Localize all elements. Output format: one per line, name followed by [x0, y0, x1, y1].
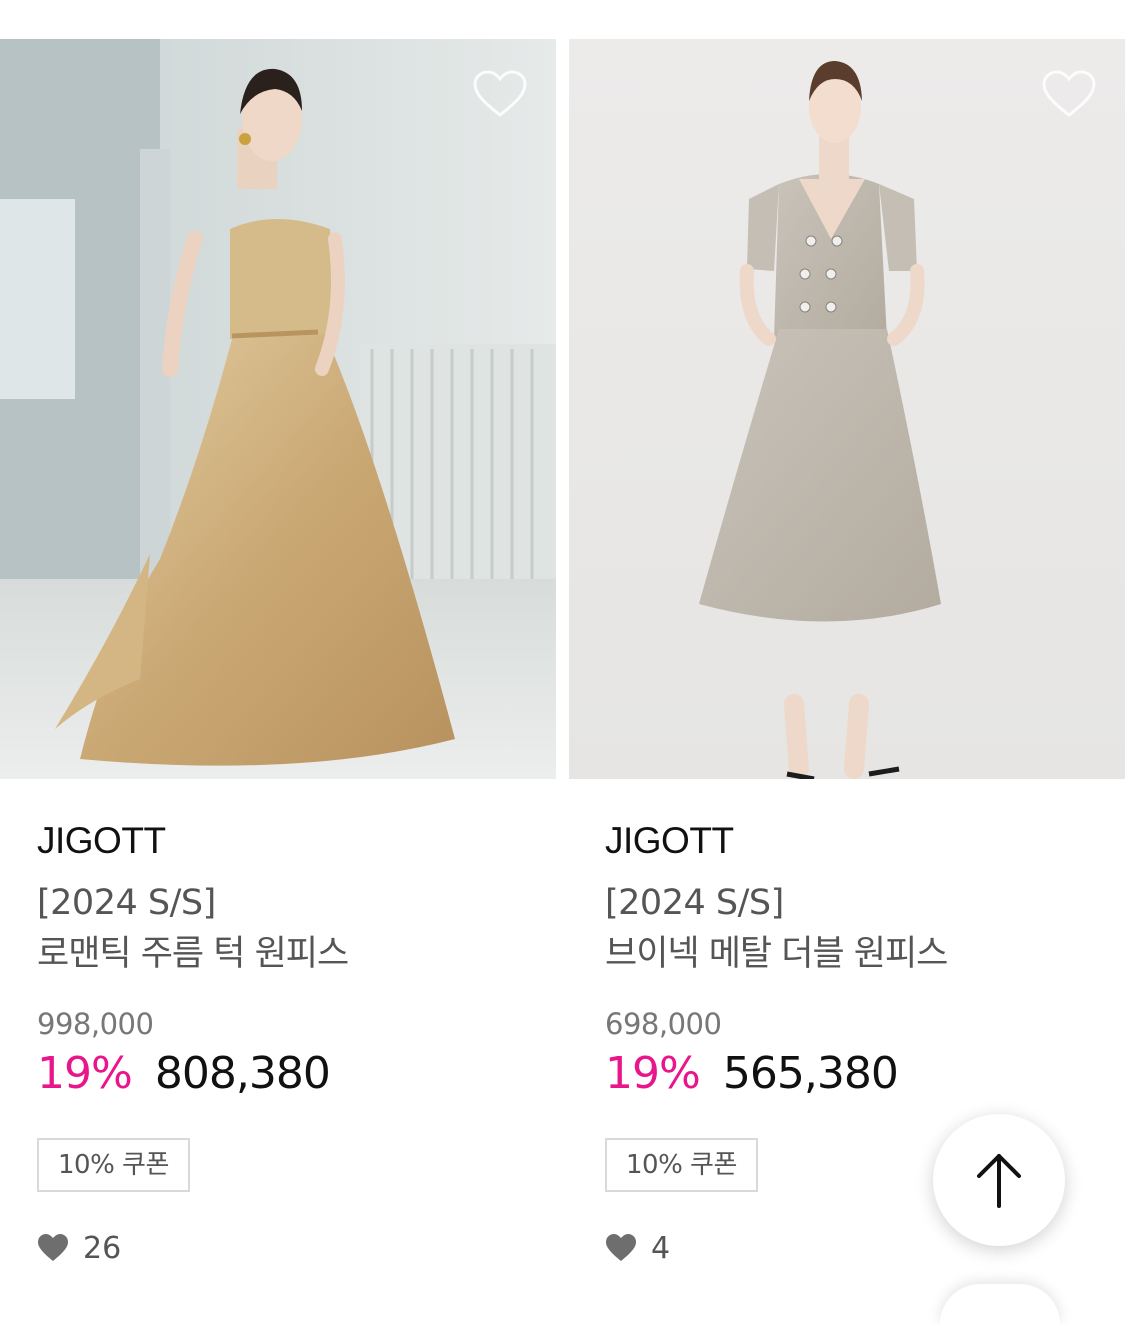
- product-card[interactable]: JIGOTT [2024 S/S] 브이넥 메탈 더블 원피스 698,000 …: [569, 39, 1125, 1268]
- product-info: JIGOTT [2024 S/S] 로맨틱 주름 턱 원피스 998,000 1…: [0, 821, 556, 1268]
- discount-rate: 19%: [605, 1048, 701, 1099]
- product-image[interactable]: [0, 39, 556, 779]
- product-photo: [569, 39, 1125, 779]
- product-name[interactable]: 로맨틱 주름 턱 원피스: [37, 931, 556, 977]
- original-price: 698,000: [605, 1007, 722, 1041]
- heart-outline-icon[interactable]: [472, 69, 528, 119]
- discount-rate: 19%: [37, 1048, 133, 1099]
- arrow-up-icon: [977, 1154, 1021, 1208]
- brand-name[interactable]: JIGOTT: [37, 821, 556, 861]
- scroll-top-button[interactable]: [933, 1114, 1065, 1246]
- floating-button-partial[interactable]: [940, 1284, 1060, 1324]
- sale-price: 565,380: [722, 1048, 899, 1099]
- original-price: 998,000: [37, 1007, 154, 1041]
- coupon-badge: 10% 쿠폰: [37, 1138, 190, 1192]
- heart-outline-icon[interactable]: [1041, 69, 1097, 119]
- price-line: 19% 808,380: [37, 1049, 556, 1108]
- product-image[interactable]: [569, 39, 1125, 779]
- sale-price: 808,380: [154, 1048, 331, 1099]
- price-line: 19% 565,380: [605, 1049, 1125, 1108]
- heart-filled-icon: [606, 1234, 636, 1261]
- brand-name[interactable]: JIGOTT: [605, 821, 1125, 861]
- product-season[interactable]: [2024 S/S]: [605, 881, 1125, 925]
- likes: 4: [605, 1228, 1125, 1268]
- heart-filled-icon: [38, 1234, 68, 1261]
- likes: 26: [37, 1228, 556, 1268]
- product-season[interactable]: [2024 S/S]: [37, 881, 556, 925]
- product-card[interactable]: JIGOTT [2024 S/S] 로맨틱 주름 턱 원피스 998,000 1…: [0, 39, 556, 1268]
- likes-count: 4: [651, 1230, 671, 1266]
- product-name[interactable]: 브이넥 메탈 더블 원피스: [605, 931, 1125, 977]
- likes-count: 26: [83, 1230, 122, 1266]
- coupon-badge: 10% 쿠폰: [605, 1138, 758, 1192]
- product-photo: [0, 39, 556, 779]
